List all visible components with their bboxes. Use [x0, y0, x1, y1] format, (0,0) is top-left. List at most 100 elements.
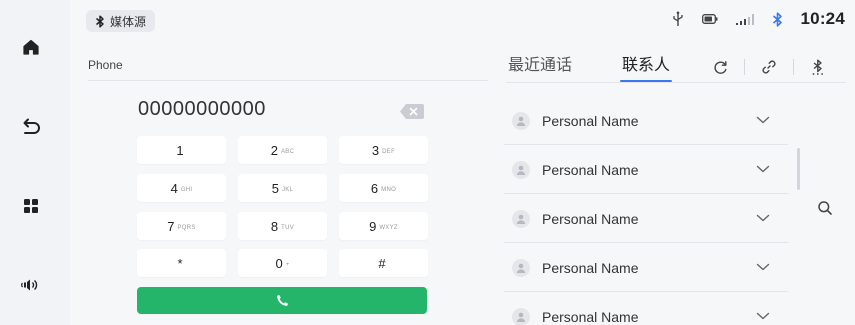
refresh-icon [713, 60, 727, 74]
person-icon [516, 214, 526, 224]
apps-button[interactable] [14, 189, 48, 223]
key-letters: WXYZ [379, 224, 398, 231]
home-button[interactable] [14, 30, 48, 64]
avatar [512, 259, 530, 277]
volume-button[interactable] [14, 268, 48, 302]
chevron-down-icon[interactable] [756, 262, 770, 272]
avatar [512, 210, 530, 228]
chevron-down-icon[interactable] [756, 213, 770, 223]
contact-item[interactable]: Personal Name [504, 194, 788, 243]
back-icon [23, 118, 40, 134]
tab-contacts[interactable]: 联系人 [620, 52, 673, 82]
key-digit: 1 [176, 142, 184, 158]
key-letters: JKL [281, 186, 294, 193]
search-icon [818, 201, 832, 215]
contact-item[interactable]: Personal Name [504, 243, 788, 292]
person-icon [516, 312, 526, 322]
key-letters: ABC [280, 148, 295, 155]
key-digit: 0 [275, 255, 283, 271]
key-1[interactable]: 1 [137, 136, 226, 164]
contact-item[interactable]: Personal Name [504, 96, 788, 145]
refresh-button[interactable] [706, 53, 734, 81]
bluetooth-status-icon [772, 11, 782, 27]
key-letters: DEF [382, 148, 396, 155]
key-3[interactable]: 3 DEF [339, 136, 428, 164]
link-button[interactable] [755, 53, 783, 81]
chevron-down-icon[interactable] [756, 311, 770, 321]
person-icon [516, 263, 526, 273]
clock: 10:24 [800, 9, 845, 28]
key-digit: 5 [271, 180, 279, 196]
tab-bar: 最近通话 联系人 [506, 52, 832, 82]
battery-icon [701, 14, 718, 24]
key-digit: 6 [370, 180, 379, 196]
toolbar-divider [793, 59, 795, 75]
tab-recent-calls[interactable]: 最近通话 [506, 52, 574, 82]
key-8[interactable]: 8 TUV [238, 212, 327, 240]
apps-grid-icon [24, 199, 38, 213]
volume-icon [21, 279, 38, 291]
home-icon [23, 39, 39, 55]
dialed-number[interactable]: 00000000000 [138, 98, 266, 121]
toolbar-divider [744, 59, 746, 75]
media-source-label: 媒体源 [110, 14, 147, 29]
contacts-scrollbar[interactable] [797, 148, 800, 190]
chevron-down-icon[interactable] [756, 115, 770, 125]
back-button[interactable] [14, 109, 48, 143]
key-letters: MNO [381, 186, 397, 193]
key-6[interactable]: 6 MNO [339, 174, 428, 202]
key-letters: PQRS [177, 224, 196, 231]
key-digit: 3 [371, 142, 380, 158]
tabs-divider [506, 82, 846, 83]
key-2[interactable]: 2 ABC [238, 136, 327, 164]
media-source-chip[interactable]: 媒体源 [86, 10, 156, 32]
phone-panel: 媒体源 10:24 Phone 最近通话 联系人 00000000000 1 2… [70, 0, 855, 325]
contact-item[interactable]: Personal Name [504, 292, 788, 325]
status-bar: 10:24 [672, 6, 845, 32]
bluetooth-settings-button[interactable] [804, 53, 832, 81]
key-5[interactable]: 5 JKL [238, 174, 327, 202]
key-star[interactable]: * [137, 249, 226, 277]
contact-name: Personal Name [542, 260, 639, 276]
key-7[interactable]: 7 PQRS [137, 212, 226, 240]
signal-icon [735, 13, 754, 25]
key-digit: 7 [167, 218, 175, 234]
key-digit: # [378, 255, 386, 271]
bluetooth-icon [96, 14, 104, 28]
avatar [512, 112, 530, 130]
key-digit: 4 [170, 180, 178, 196]
avatar [512, 161, 530, 179]
key-letters: GHI [180, 186, 193, 193]
contact-name: Personal Name [542, 211, 639, 227]
contact-name: Personal Name [542, 309, 639, 325]
contact-name: Personal Name [542, 162, 639, 178]
avatar [512, 308, 530, 325]
link-icon [762, 60, 776, 74]
key-letters: TUV [281, 224, 295, 231]
key-letters: + [285, 261, 290, 268]
key-4[interactable]: 4 GHI [137, 174, 226, 202]
key-hash[interactable]: # [339, 249, 428, 277]
bluetooth-settings-icon [812, 59, 824, 75]
chevron-down-icon[interactable] [756, 164, 770, 174]
usb-icon [672, 11, 683, 26]
person-icon [516, 165, 526, 175]
search-button[interactable] [814, 197, 836, 219]
key-9[interactable]: 9 WXYZ [339, 212, 428, 240]
phone-icon [276, 295, 288, 306]
contact-name: Personal Name [542, 113, 639, 129]
contact-item[interactable]: Personal Name [504, 145, 788, 194]
key-0[interactable]: 0 + [238, 249, 327, 277]
key-digit: 2 [270, 142, 278, 158]
page-title: Phone [88, 58, 123, 72]
call-button[interactable] [137, 287, 427, 314]
person-icon [516, 116, 526, 126]
backspace-button[interactable] [399, 103, 425, 120]
key-digit: * [177, 255, 183, 271]
key-digit: 9 [369, 218, 377, 234]
title-divider [88, 80, 488, 81]
contacts-list: Personal Name Personal Name Personal Nam… [504, 96, 788, 325]
key-digit: 8 [270, 218, 279, 234]
side-nav [0, 0, 62, 325]
backspace-icon [400, 104, 424, 119]
